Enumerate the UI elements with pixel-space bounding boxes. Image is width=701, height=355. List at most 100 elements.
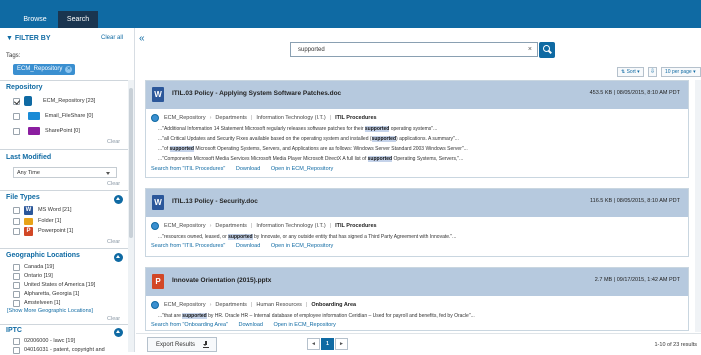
file-types-title: File Types [6, 194, 40, 201]
result-title[interactable]: Innovate Orientation (2015).pptx [172, 277, 271, 284]
breadcrumb-current[interactable]: Onboarding Area [311, 302, 356, 308]
geo-clear-link[interactable]: Clear [107, 316, 120, 322]
show-more-geo-link[interactable]: [Show More Geographic Locations] [7, 308, 93, 314]
checkbox[interactable] [13, 281, 20, 289]
result-snippet: ..."resources owned, leased, or supporte… [158, 234, 456, 240]
last-modified-select[interactable]: Any Time [13, 167, 117, 178]
last-modified-value: Any Time [17, 170, 40, 176]
checkbox[interactable] [13, 263, 20, 271]
breadcrumb-item[interactable]: Departments [215, 223, 247, 229]
iptc-item[interactable]: 04016031 - patent, copyright and [13, 345, 105, 355]
repository-item-label: ECM_Repository [23] [43, 98, 96, 104]
divider [0, 80, 128, 81]
breadcrumb-item[interactable]: Departments [215, 302, 247, 308]
open-in-repository-link[interactable]: Open in ECM_Repository [271, 243, 333, 249]
file-type-label: Folder [1] [38, 218, 62, 224]
sidebar-scrollbar[interactable] [128, 80, 134, 352]
checkbox[interactable] [13, 346, 20, 354]
search-input-value: supported [298, 47, 325, 53]
page-1-button[interactable]: 1 [321, 338, 334, 350]
next-page-button[interactable]: ► [335, 338, 348, 350]
search-button[interactable] [539, 42, 555, 58]
result-breadcrumb: ECM_Repository › Departments | Information… [151, 221, 377, 231]
file-type-item[interactable]: P Powerpoint [1] [13, 226, 73, 236]
result-actions: Search from "Onboarding Area" Download O… [151, 322, 345, 328]
sidebar-scrollbar-thumb[interactable] [129, 88, 133, 238]
clear-all-link[interactable]: Clear all [101, 35, 123, 41]
checkbox[interactable] [13, 112, 20, 120]
checkbox[interactable] [13, 337, 20, 345]
collapse-file-types-icon[interactable] [114, 195, 123, 204]
remove-tag-icon[interactable]: ✕ [65, 66, 73, 73]
breadcrumb-item[interactable]: Human Resources [256, 302, 302, 308]
tag-chip[interactable]: ECM_Repository ✕ [13, 64, 76, 75]
breadcrumb-item[interactable]: ECM_Repository [164, 115, 206, 121]
results-scrollbar[interactable] [695, 80, 701, 332]
results-footer [136, 333, 701, 352]
collapse-geo-icon[interactable] [114, 253, 123, 262]
checkbox[interactable] [13, 272, 20, 280]
sort-direction-button[interactable]: ⇩ [648, 67, 657, 77]
result-meta: 453.5 KB | 08/05/2015, 8:10 AM PDT [589, 90, 680, 96]
download-link[interactable]: Download [236, 243, 260, 249]
last-modified-clear-link[interactable]: Clear [107, 181, 120, 187]
checkbox[interactable] [13, 299, 20, 307]
snippet-highlight: supported [182, 313, 207, 319]
search-from-folder-link[interactable]: Search from "Onboarding Area" [151, 322, 228, 328]
filter-by-label: FILTER BY [14, 35, 51, 42]
repository-clear-link[interactable]: Clear [107, 139, 120, 145]
export-label: Export Results [156, 342, 196, 348]
file-type-item[interactable]: Folder [1] [13, 216, 61, 226]
open-in-repository-link[interactable]: Open in ECM_Repository [274, 322, 336, 328]
search-input[interactable]: supported × [290, 42, 538, 57]
repository-item[interactable]: SharePoint [0] [13, 126, 80, 136]
breadcrumb-item[interactable]: Information Technology (I.T.) [256, 223, 325, 229]
tab-search[interactable]: Search [58, 11, 98, 28]
snippet-text: ..."all Critical Updates and Security Fi… [158, 136, 372, 142]
checkbox[interactable] [13, 127, 20, 135]
checkbox-checked[interactable] [13, 97, 20, 105]
snippet-highlight: supported [228, 234, 253, 240]
snippet-highlight: supported [367, 156, 393, 162]
filter-icon: ▼ [6, 35, 15, 42]
folder-icon [28, 112, 40, 120]
breadcrumb-item[interactable]: ECM_Repository [164, 302, 206, 308]
repository-item[interactable]: Email_FileShare [0] [13, 111, 93, 121]
breadcrumb-item[interactable]: Information Technology (I.T.) [256, 115, 325, 121]
collapse-iptc-icon[interactable] [114, 328, 123, 337]
collapse-sidebar-icon[interactable]: « [139, 33, 145, 44]
checkbox[interactable] [13, 227, 20, 235]
breadcrumb-item[interactable]: ECM_Repository [164, 223, 206, 229]
tags-label: Tags: [6, 53, 21, 59]
download-link[interactable]: Download [239, 322, 263, 328]
breadcrumb-current[interactable]: ITIL Procedures [335, 115, 376, 121]
sort-dropdown[interactable]: ⇅ Sort ▾ [617, 67, 644, 77]
breadcrumb-separator: | [329, 223, 332, 229]
file-types-clear-link[interactable]: Clear [107, 239, 120, 245]
file-type-item[interactable]: W MS Word [21] [13, 205, 72, 215]
checkbox[interactable] [13, 217, 20, 225]
result-snippet: ..."Additional Information 14 Statement … [158, 126, 437, 132]
tab-browse[interactable]: Browse [14, 11, 56, 28]
result-title[interactable]: ITIL.03 Policy - Applying System Softwar… [172, 90, 341, 97]
search-from-folder-link[interactable]: Search from "ITIL Procedures" [151, 166, 225, 172]
checkbox[interactable] [13, 206, 20, 214]
breadcrumb-current[interactable]: ITIL Procedures [335, 223, 376, 229]
result-header: W ITIL.13 Policy - Security.doc 116.5 KB… [146, 189, 688, 217]
export-results-button[interactable]: Export Results [147, 337, 217, 352]
download-link[interactable]: Download [236, 166, 260, 172]
breadcrumb-item[interactable]: Departments [215, 115, 247, 121]
geo-item[interactable]: Amstelveen [1] [13, 298, 60, 308]
search-result-card: W ITIL.03 Policy - Applying System Softw… [145, 80, 689, 178]
breadcrumb-chevron-icon: › [209, 115, 212, 121]
repository-item[interactable]: ECM_Repository [23] [13, 96, 95, 106]
checkbox[interactable] [13, 290, 20, 298]
prev-page-button[interactable]: ◄ [307, 338, 320, 350]
search-from-folder-link[interactable]: Search from "ITIL Procedures" [151, 243, 225, 249]
result-title[interactable]: ITIL.13 Policy - Security.doc [172, 198, 258, 205]
repository-globe-icon [151, 301, 159, 309]
per-page-dropdown[interactable]: 10 per page ▾ [661, 67, 701, 77]
open-in-repository-link[interactable]: Open in ECM_Repository [271, 166, 333, 172]
clear-search-icon[interactable]: × [528, 43, 532, 57]
repository-globe-icon [151, 114, 159, 122]
